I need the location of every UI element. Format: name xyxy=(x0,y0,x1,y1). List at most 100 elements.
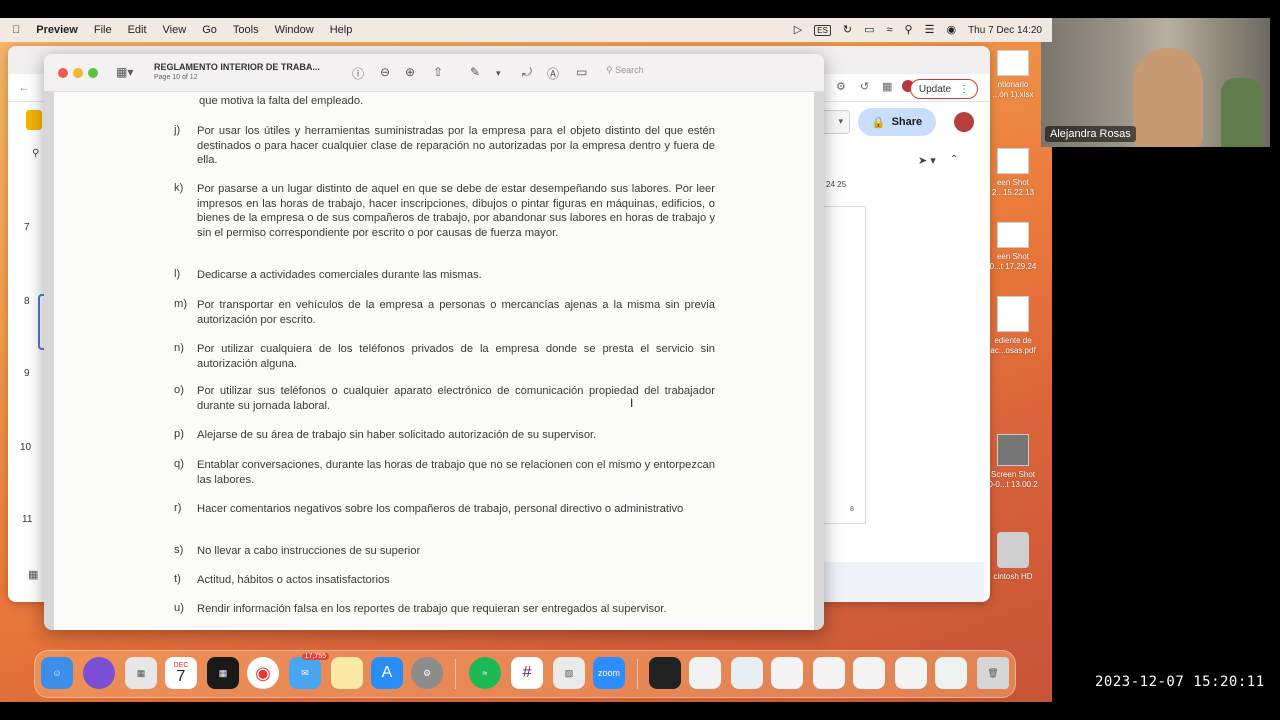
item-letter: u) xyxy=(174,602,184,614)
page-indicator: Page 10 of 12 xyxy=(154,74,198,81)
desktop-file-screenshot[interactable]: Screen Shot 0-0...t 13.00.2 xyxy=(986,434,1040,489)
rule-item: Por usar los útiles y herramientas sumin… xyxy=(197,125,715,166)
play-icon[interactable]: ▷ xyxy=(794,24,802,36)
rotate-icon[interactable]: ⤾ xyxy=(522,65,532,80)
search-icon[interactable]: ⚲ xyxy=(32,148,39,159)
time-machine-icon[interactable]: ↻ xyxy=(843,24,852,36)
desktop-file-label: ntionario ...ón 1).xlsx xyxy=(992,80,1034,99)
back-arrow-icon[interactable]: ← xyxy=(18,80,30,94)
recent-window-thumbnail[interactable] xyxy=(649,657,681,689)
recent-window-thumbnail[interactable] xyxy=(731,657,763,689)
desktop-file-xlsx[interactable]: ntionario ...ón 1).xlsx xyxy=(986,50,1040,99)
siri-icon[interactable]: ◉ xyxy=(946,24,956,36)
extension-icon[interactable]: ⚙ xyxy=(836,80,846,93)
thumb-number: 11 xyxy=(22,514,33,525)
preview-app-icon[interactable]: ▧ xyxy=(553,657,585,689)
calendar-icon[interactable]: DEC 7 xyxy=(165,657,197,689)
launchpad-icon[interactable]: ▦ xyxy=(125,657,157,689)
menu-go[interactable]: Go xyxy=(202,24,217,36)
search-icon[interactable]: ⚲ xyxy=(905,24,913,36)
menu-view[interactable]: View xyxy=(163,24,187,36)
ruler-labels: 24 25 xyxy=(826,180,847,189)
chevron-down-icon[interactable]: ▾ xyxy=(496,68,501,79)
rule-item: Rendir información falsa en los reportes… xyxy=(197,603,667,615)
item-letter: q) xyxy=(174,458,184,470)
slides-logo-icon xyxy=(26,110,42,130)
slide-thumbnail-panel: ⚲ 7 8 9 10 11 ▦ xyxy=(8,102,46,602)
recent-window-thumbnail[interactable] xyxy=(895,657,927,689)
apple-menu-icon[interactable]:  xyxy=(12,24,20,36)
hard-drive-icon xyxy=(997,532,1029,568)
wifi-icon[interactable]: ≈ xyxy=(886,24,892,36)
desktop-file-label: een Shot 2...15.22.13 xyxy=(991,178,1035,197)
finder-icon[interactable]: ☺ xyxy=(41,657,73,689)
recent-window-thumbnail[interactable] xyxy=(813,657,845,689)
form-fill-icon[interactable]: ▭ xyxy=(576,65,587,79)
battery-icon[interactable]: ▭ xyxy=(864,24,874,36)
system-settings-icon[interactable]: ⚙ xyxy=(411,657,443,689)
search-field[interactable]: ⚲ Search xyxy=(606,65,726,81)
document-viewport[interactable]: que motiva la falta del empleado. j) Por… xyxy=(44,92,824,630)
menu-help[interactable]: Help xyxy=(330,24,353,36)
update-label: Update xyxy=(918,83,952,95)
menu-app-name[interactable]: Preview xyxy=(36,24,78,36)
video-call-participant[interactable]: Alejandra Rosas xyxy=(1041,18,1270,147)
minimize-window-button[interactable] xyxy=(73,68,83,78)
stage-manager-icon[interactable]: ▦ xyxy=(207,657,239,689)
screen:  Preview File Edit View Go Tools Window… xyxy=(0,0,1280,720)
trash-icon[interactable]: 🗑 xyxy=(977,657,1009,689)
desktop-file-screenshot[interactable]: een Shot 0...t 17.29.24 xyxy=(986,222,1040,271)
account-avatar[interactable] xyxy=(954,112,974,132)
collapse-icon[interactable]: ⌃ xyxy=(950,154,958,165)
control-center-icon[interactable]: ☰ xyxy=(925,24,935,36)
menu-edit[interactable]: Edit xyxy=(128,24,147,36)
item-letter: t) xyxy=(174,573,181,585)
file-thumbnail-icon xyxy=(997,148,1029,174)
zoom-icon[interactable]: zoom xyxy=(593,657,625,689)
close-window-button[interactable] xyxy=(58,68,68,78)
zoom-window-button[interactable] xyxy=(88,68,98,78)
paragraph-continuation: que motiva la falta del empleado. xyxy=(199,95,364,107)
desktop-file-screenshot[interactable]: een Shot 2...15.22.13 xyxy=(986,148,1040,197)
zoom-in-icon[interactable]: ⊕ xyxy=(405,65,415,79)
chrome-icon[interactable]: ◉ xyxy=(247,657,279,689)
input-source-indicator[interactable]: ES xyxy=(814,24,831,36)
item-letter: o) xyxy=(174,384,184,396)
menu-tools[interactable]: Tools xyxy=(233,24,259,36)
mail-icon[interactable]: ✉ 17,755 xyxy=(289,653,329,689)
recent-window-thumbnail[interactable] xyxy=(935,657,967,689)
sidebar-toggle-icon[interactable]: ▦▾ xyxy=(116,65,133,79)
lock-icon: 🔒 xyxy=(871,116,886,129)
markup-icon[interactable]: Ⓐ xyxy=(547,65,559,82)
share-button[interactable]: 🔒 Share xyxy=(858,108,936,136)
recent-window-thumbnail[interactable] xyxy=(771,657,803,689)
file-thumbnail-icon xyxy=(997,222,1029,248)
menu-file[interactable]: File xyxy=(94,24,112,36)
desktop-drive[interactable]: cintosh HD xyxy=(986,532,1040,582)
menu-clock[interactable]: Thu 7 Dec 14:20 xyxy=(968,25,1042,36)
notes-icon[interactable] xyxy=(331,657,363,689)
dock-separator xyxy=(455,659,456,689)
item-letter: k) xyxy=(174,182,184,194)
history-icon[interactable]: ↺ xyxy=(860,80,869,93)
sidebar-icon[interactable]: ▦ xyxy=(882,80,892,93)
update-button[interactable]: Update ⋮ xyxy=(910,79,978,99)
app-store-icon[interactable]: A xyxy=(371,657,403,689)
item-letter: r) xyxy=(174,502,182,514)
desktop-file-pdf[interactable]: ediente de ac...osas.pdf xyxy=(986,296,1040,355)
zoom-out-icon[interactable]: ⊖ xyxy=(380,65,390,79)
siri-app-icon[interactable] xyxy=(83,657,115,689)
chevron-down-icon: ▾ xyxy=(838,116,843,126)
menu-window[interactable]: Window xyxy=(275,24,314,36)
grid-view-icon[interactable]: ▦ xyxy=(28,568,38,581)
slack-icon[interactable]: # xyxy=(511,657,543,689)
file-thumbnail-icon xyxy=(997,296,1029,332)
recent-window-thumbnail[interactable] xyxy=(853,657,885,689)
pointer-tool-icon[interactable]: ➤ ▾ xyxy=(918,154,936,167)
recent-window-thumbnail[interactable] xyxy=(689,657,721,689)
spotify-icon[interactable]: ≈ xyxy=(469,657,501,689)
markup-pen-icon[interactable]: ✎ xyxy=(470,65,480,79)
share-icon[interactable]: ⇧ xyxy=(433,65,443,79)
info-icon[interactable]: ⓘ xyxy=(352,65,364,82)
thumb-number: 9 xyxy=(24,368,30,379)
